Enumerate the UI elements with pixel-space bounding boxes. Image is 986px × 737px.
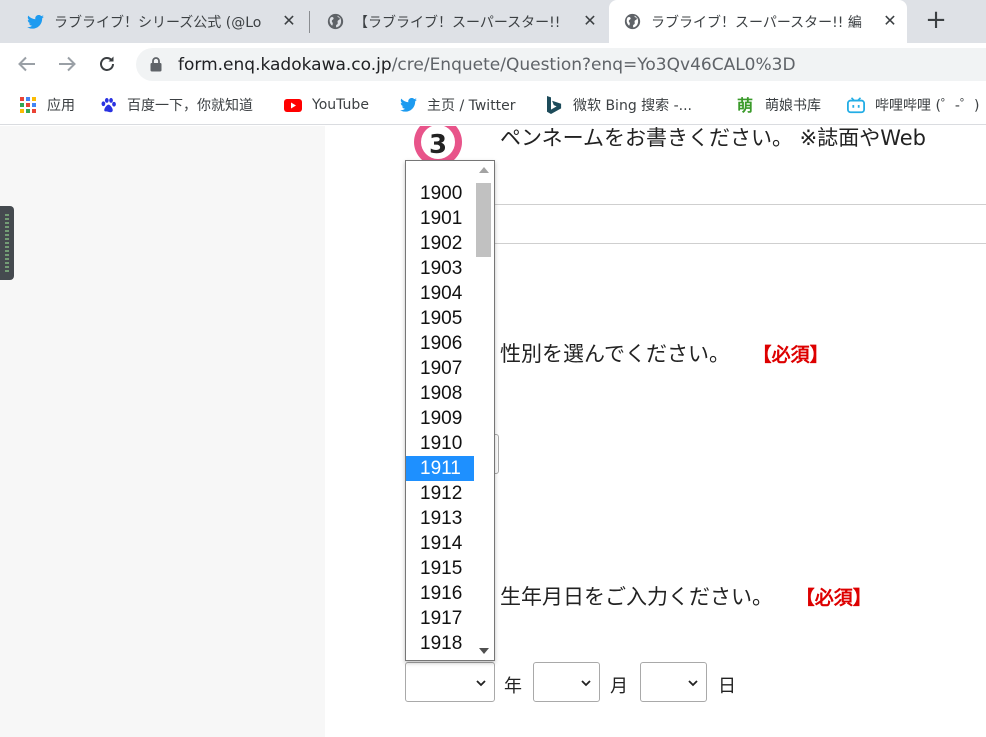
bookmark-youtube[interactable]: YouTube [284,95,369,115]
twitter-icon [399,96,417,114]
dropdown-scrollbar[interactable] [474,161,494,660]
year-unit-label: 年 [504,676,522,697]
bookmark-label: 百度一下，你就知道 [127,98,253,114]
arrow-left-icon [18,56,35,72]
question-birthdate: 生年月日をご入力ください。 【必須】 [500,585,872,609]
globe-icon [326,13,344,31]
bookmark-label: 哔哩哔哩 (゜-゜) [875,98,980,114]
year-option[interactable]: 1906 [406,331,474,356]
apps-grid-icon [19,96,37,114]
tab-lovelive-news[interactable]: 【ラブライブ！スーパースター!! ✕ [312,0,607,43]
bilibili-icon [847,96,865,114]
youtube-icon [284,96,302,114]
required-badge: 【必須】 [752,344,829,366]
year-option[interactable]: 1914 [406,531,474,556]
moegirl-icon: 萌 [737,96,755,114]
year-option[interactable]: 1910 [406,431,474,456]
year-option[interactable]: 1917 [406,606,474,631]
left-margin [0,126,325,737]
baidu-paw-icon [99,96,117,114]
tab-title: ラブライブ！スーパースター!! 編 [651,14,862,31]
bookmark-apps[interactable]: 应用 [19,95,75,115]
tab-title: 【ラブライブ！スーパースター!! [354,14,561,31]
bookmark-moegirl[interactable]: 萌 萌娘书库 [737,95,821,115]
close-tab-icon[interactable]: ✕ [280,12,298,30]
year-option[interactable]: 1905 [406,306,474,331]
reload-button[interactable] [94,51,120,77]
close-tab-icon[interactable]: ✕ [881,12,899,30]
bookmark-twitter[interactable]: 主页 / Twitter [399,95,516,115]
scrollbar-thumb[interactable] [476,183,491,257]
year-option[interactable]: 1900 [406,181,474,206]
chevron-down-icon [581,676,591,690]
year-option[interactable]: 1909 [406,406,474,431]
page-content: 3 ペンネームをお書きください。 ※誌面やWeb 性別を選んでください。 【必須… [0,126,986,737]
question-gender: 性別を選んでください。 【必須】 [500,342,829,366]
year-options: 1900 1901 1902 1903 1904 1905 1906 1907 1908 1909… [406,181,474,656]
side-panel-handle[interactable] [0,206,14,280]
tab-separator [309,11,310,33]
year-option[interactable]: 1913 [406,506,474,531]
close-tab-icon[interactable]: ✕ [581,12,599,30]
month-unit-label: 月 [610,676,628,697]
question-number: 3 [429,130,447,160]
address-bar[interactable]: form.enq.kadokawa.co.jp/cre/Enquete/Ques… [136,48,986,81]
year-option[interactable]: 1901 [406,206,474,231]
year-option[interactable]: 1907 [406,356,474,381]
lock-icon[interactable] [150,57,162,76]
tab-strip: ラブライブ！シリーズ公式 (@Lo ✕ 【ラブライブ！スーパースター!! ✕ ラ… [0,0,986,43]
year-option[interactable]: 1916 [406,581,474,606]
scroll-down-arrow-icon[interactable] [479,648,489,654]
bookmarks-bar: 应用 百度一下，你就知道 YouTube 主页 / Twitter 微软 Bin… [0,85,986,125]
tab-lovelive-twitter[interactable]: ラブライブ！シリーズ公式 (@Lo ✕ [14,0,306,43]
question-pen-name: ペンネームをお書きください。 ※誌面やWeb [500,126,927,150]
year-option[interactable]: 1915 [406,556,474,581]
url-text: form.enq.kadokawa.co.jp/cre/Enquete/Ques… [178,55,796,75]
bookmark-label: YouTube [312,97,369,113]
reload-icon [100,56,114,71]
forward-button[interactable] [54,51,80,77]
birth-year-select[interactable] [405,662,495,702]
arrow-right-icon [59,56,76,72]
scroll-up-arrow-icon[interactable] [479,167,489,173]
bookmark-label: 应用 [47,98,75,114]
year-option[interactable]: 1908 [406,381,474,406]
birth-day-select[interactable] [640,662,707,702]
bookmark-bilibili[interactable]: 哔哩哔哩 (゜-゜) [847,95,979,115]
day-unit-label: 日 [718,676,736,697]
year-option[interactable]: 1903 [406,256,474,281]
bookmark-bing[interactable]: 微软 Bing 搜索 -... [545,95,692,115]
year-option[interactable]: 1904 [406,281,474,306]
globe-icon [623,13,641,31]
browser-toolbar: form.enq.kadokawa.co.jp/cre/Enquete/Ques… [0,43,986,85]
bookmark-label: 微软 Bing 搜索 -... [573,98,693,114]
year-option[interactable]: 1902 [406,231,474,256]
required-badge: 【必須】 [795,587,872,609]
bing-icon [545,96,563,114]
chevron-down-icon [688,676,698,690]
chevron-down-icon [476,676,486,690]
year-option[interactable]: 1911 [406,456,474,481]
new-tab-button[interactable]: + [922,6,950,36]
twitter-icon [26,13,44,31]
tab-title: ラブライブ！シリーズ公式 (@Lo [54,14,262,31]
bookmark-baidu[interactable]: 百度一下，你就知道 [99,95,253,115]
birth-year-dropdown-list[interactable]: 1900 1901 1902 1903 1904 1905 1906 1907 1908 1909… [405,160,495,661]
tab-lovelive-enquete[interactable]: ラブライブ！スーパースター!! 編 ✕ [609,0,907,43]
svg-text:萌: 萌 [737,96,753,114]
year-option[interactable]: 1918 [406,631,474,656]
bookmark-label: 主页 / Twitter [427,98,516,114]
bookmark-label: 萌娘书库 [765,98,821,114]
year-option[interactable]: 1912 [406,481,474,506]
back-button[interactable] [14,51,40,77]
birth-month-select[interactable] [533,662,600,702]
